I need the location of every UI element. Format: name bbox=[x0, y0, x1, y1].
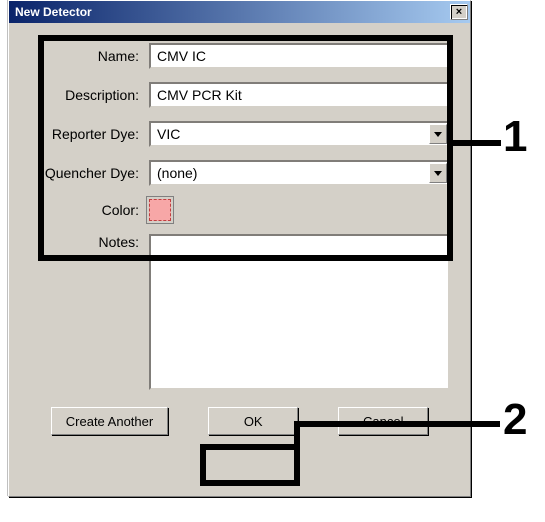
quencher-dye-label: Quencher Dye: bbox=[29, 165, 149, 181]
cancel-button[interactable]: Cancel bbox=[338, 407, 428, 435]
chevron-down-icon bbox=[429, 124, 447, 144]
window-title: New Detector bbox=[15, 5, 92, 19]
notes-label: Notes: bbox=[29, 234, 149, 250]
notes-input[interactable] bbox=[149, 234, 450, 390]
close-icon: × bbox=[456, 7, 462, 18]
color-swatch[interactable] bbox=[149, 199, 171, 221]
new-detector-dialog: New Detector × Name: Description: Report… bbox=[8, 0, 471, 497]
create-another-button[interactable]: Create Another bbox=[51, 407, 168, 435]
form-body: Name: Description: Reporter Dye: VIC bbox=[9, 23, 470, 449]
name-input[interactable] bbox=[149, 43, 450, 69]
chevron-down-icon bbox=[429, 163, 447, 183]
description-input[interactable] bbox=[149, 82, 450, 108]
reporter-dye-select[interactable]: VIC bbox=[149, 121, 450, 147]
ok-button[interactable]: OK bbox=[208, 407, 298, 435]
callout-2-number: 2 bbox=[503, 395, 527, 445]
close-button[interactable]: × bbox=[450, 4, 468, 20]
reporter-dye-value: VIC bbox=[151, 126, 429, 142]
callout-1-number: 1 bbox=[503, 112, 527, 162]
description-label: Description: bbox=[29, 87, 149, 103]
reporter-dye-label: Reporter Dye: bbox=[29, 126, 149, 142]
button-row: Create Another OK Cancel bbox=[29, 407, 450, 435]
quencher-dye-select[interactable]: (none) bbox=[149, 160, 450, 186]
titlebar[interactable]: New Detector × bbox=[9, 1, 470, 23]
quencher-dye-value: (none) bbox=[151, 165, 429, 181]
color-label: Color: bbox=[29, 202, 149, 218]
name-label: Name: bbox=[29, 48, 149, 64]
